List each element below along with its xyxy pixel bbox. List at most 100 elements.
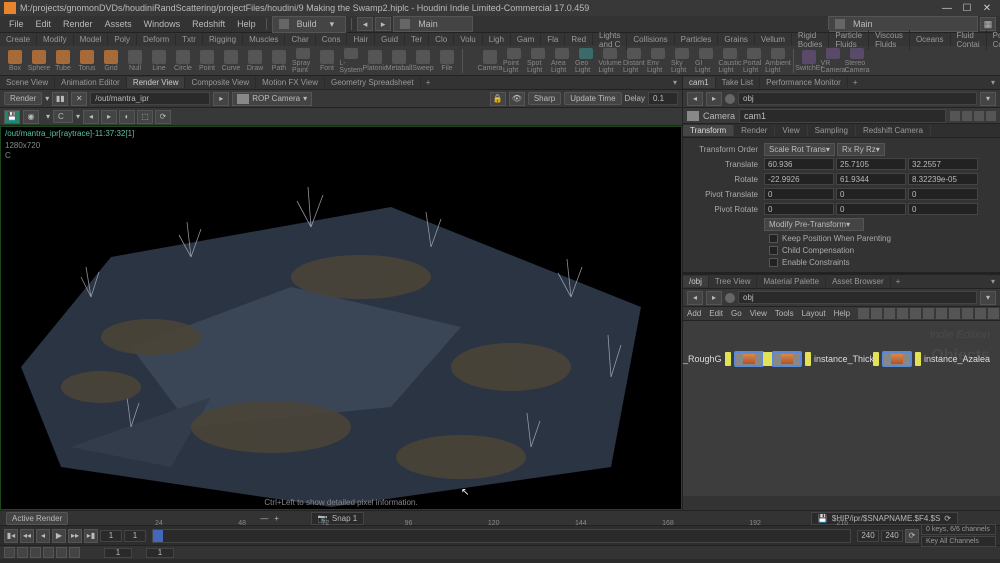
pivot-ry-input[interactable] (836, 203, 906, 215)
desktop-selector[interactable]: Build▾ (272, 16, 347, 33)
network-node[interactable]: instance_Azalea (873, 351, 990, 367)
timeline-handle[interactable] (153, 530, 163, 542)
net-tool-icon[interactable] (923, 308, 934, 319)
pivot-ty-input[interactable] (836, 188, 906, 200)
tool-platonic[interactable]: Platonic (364, 48, 386, 74)
tab-matpalette[interactable]: Material Palette (757, 276, 826, 287)
tab-composite[interactable]: Composite View (185, 77, 256, 88)
nav-back-button[interactable]: ◂ (357, 17, 373, 31)
next-key-button[interactable]: ▸▸ (68, 529, 82, 543)
tool-stereocam[interactable]: Stereo Camera (846, 48, 868, 74)
last-frame-button[interactable]: ▸▮ (84, 529, 98, 543)
tool-causticlight[interactable]: Caustic Light (719, 48, 741, 74)
net-tool-icon[interactable] (897, 308, 908, 319)
render-tool-icon[interactable]: ⬚ (137, 110, 153, 124)
shelf-tab[interactable]: Viscous Fluids (869, 30, 910, 50)
render-tool-icon[interactable]: ◐ (119, 110, 135, 124)
tool-torus[interactable]: Torus (76, 48, 98, 74)
frame-current-input[interactable] (124, 530, 146, 542)
preview-icon[interactable]: 👁 (509, 92, 525, 106)
network-node[interactable]: instance_Thick (763, 351, 874, 367)
shelf-tab[interactable]: Poly (108, 34, 137, 45)
gear-icon[interactable] (950, 111, 960, 121)
pause-button[interactable]: ▮▮ (52, 92, 68, 106)
node-body[interactable] (772, 351, 802, 367)
nav-back[interactable]: ◂ (687, 291, 703, 305)
frame-start-input[interactable] (100, 530, 122, 542)
pivot-tx-input[interactable] (764, 188, 834, 200)
tab-assetbrowser[interactable]: Asset Browser (826, 276, 891, 287)
tool-spotlight[interactable]: Spot Light (527, 48, 549, 74)
menu-assets[interactable]: Assets (100, 18, 137, 30)
translate-z-input[interactable] (908, 158, 978, 170)
nav-fwd-button[interactable]: ▸ (375, 17, 391, 31)
child-comp-checkbox[interactable] (769, 246, 778, 255)
tool-pointlight[interactable]: Point Light (503, 48, 525, 74)
channel-select[interactable]: C (53, 110, 73, 123)
node-body[interactable] (734, 351, 764, 367)
status-icon[interactable] (30, 547, 41, 558)
stop-button[interactable]: ✕ (71, 92, 87, 106)
tool-ambientlight[interactable]: Ambient Light (767, 48, 789, 74)
node-input-handle[interactable] (725, 352, 731, 366)
nav-fwd[interactable]: ▸ (706, 92, 722, 106)
shelf-tab[interactable]: Red (565, 34, 593, 45)
maximize-button[interactable]: ☐ (958, 2, 976, 14)
tool-portallight[interactable]: Portal Light (743, 48, 765, 74)
tab-cam1[interactable]: cam1 (683, 77, 716, 88)
update-time-button[interactable]: Update Time (564, 92, 621, 105)
menu-edit[interactable]: Edit (31, 18, 57, 30)
info-icon[interactable] (974, 111, 984, 121)
tool-circle[interactable]: Circle (172, 48, 194, 74)
tab-geo-spreadsheet[interactable]: Geometry Spreadsheet (325, 77, 421, 88)
pivot-rz-input[interactable] (908, 203, 978, 215)
status-icon[interactable] (17, 547, 28, 558)
tab-add[interactable]: + (848, 77, 863, 88)
tool-grid[interactable]: Grid (100, 48, 122, 74)
menu-windows[interactable]: Windows (139, 18, 186, 30)
menu-redshift[interactable]: Redshift (187, 18, 230, 30)
node-input-handle[interactable] (763, 352, 769, 366)
net-menu-tools[interactable]: Tools (775, 309, 794, 318)
tool-tube[interactable]: Tube (52, 48, 74, 74)
shelf-tab[interactable]: Lights and C (593, 30, 627, 50)
net-menu-edit[interactable]: Edit (709, 309, 723, 318)
pane-menu-icon[interactable]: ▾ (986, 77, 1000, 88)
menu-help[interactable]: Help (232, 18, 261, 30)
range-end-input[interactable] (881, 530, 903, 542)
shelf-tab[interactable]: Hair (347, 34, 375, 45)
tool-camera[interactable]: Camera (479, 48, 501, 74)
tool-skylight[interactable]: Sky Light (671, 48, 693, 74)
pivot-rx-input[interactable] (764, 203, 834, 215)
shelf-tab[interactable]: Fla (541, 34, 565, 45)
realtime-button[interactable]: ⟳ (905, 529, 919, 543)
shelf-tab[interactable]: Ligh (483, 34, 511, 45)
sharp-button[interactable]: Sharp (528, 92, 561, 105)
shelf-tab[interactable]: Populate Con (987, 30, 1000, 50)
pin-icon[interactable] (725, 94, 735, 104)
rop-path-input[interactable]: /out/mantra_ipr (90, 92, 210, 105)
nav-back[interactable]: ◂ (687, 92, 703, 106)
tool-metaball[interactable]: Metaball (388, 48, 410, 74)
enable-constraints-checkbox[interactable] (769, 258, 778, 267)
param-tab-sampling[interactable]: Sampling (808, 125, 856, 136)
keep-position-checkbox[interactable] (769, 234, 778, 243)
node-output-handle[interactable] (915, 352, 921, 366)
status-icon[interactable] (43, 547, 54, 558)
network-canvas[interactable]: Indie Edition Objects _RoughG instance_T… (683, 321, 1000, 496)
shelf-tab[interactable]: Volu (454, 34, 483, 45)
net-tool-icon[interactable] (910, 308, 921, 319)
timeline-track[interactable]: 24487296120144168192216 (152, 529, 851, 543)
network-node[interactable]: _RoughG (683, 351, 773, 367)
param-tab-transform[interactable]: Transform (683, 125, 734, 136)
net-tool-icon[interactable] (936, 308, 947, 319)
first-frame-button[interactable]: ▮◂ (4, 529, 18, 543)
save-icon[interactable]: 💾 (4, 110, 20, 124)
shelf-tab[interactable]: Guid (375, 34, 405, 45)
tool-vrcam[interactable]: VR Camera (822, 48, 844, 74)
tab-render-view[interactable]: Render View (127, 77, 186, 88)
shelf-tab[interactable]: Muscles (243, 34, 285, 45)
status-frame-input2[interactable] (146, 548, 174, 558)
tab-add[interactable]: + (421, 77, 436, 88)
status-icon[interactable] (69, 547, 80, 558)
